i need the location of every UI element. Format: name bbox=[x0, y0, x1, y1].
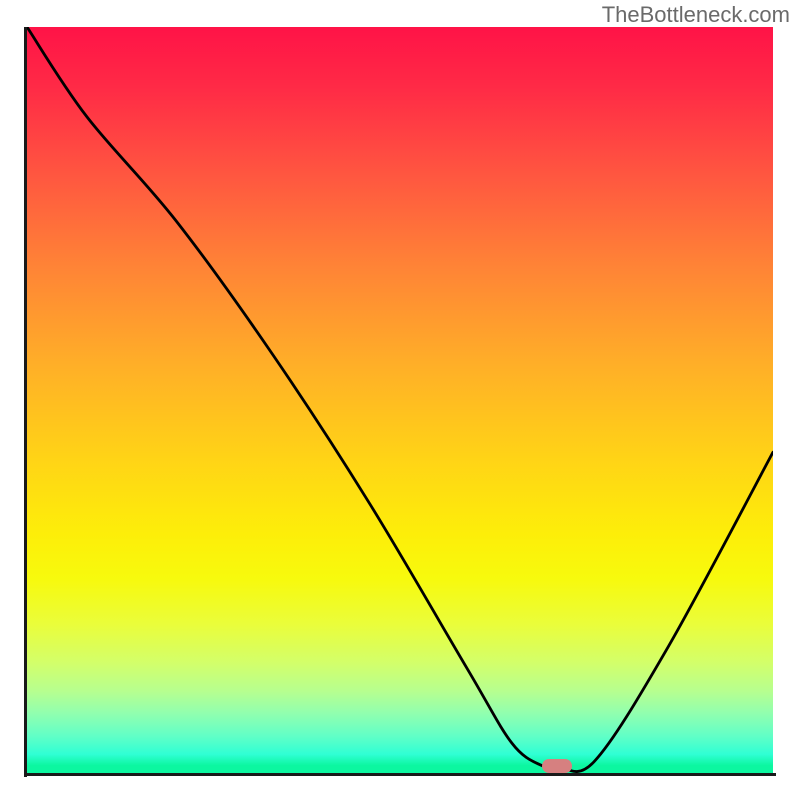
curve-svg bbox=[27, 27, 773, 773]
y-axis-line bbox=[24, 27, 27, 777]
x-axis-line bbox=[24, 773, 776, 776]
watermark-text: TheBottleneck.com bbox=[602, 2, 790, 28]
plot-area bbox=[27, 27, 773, 773]
optimal-point-marker bbox=[542, 759, 572, 773]
chart-container: TheBottleneck.com bbox=[0, 0, 800, 800]
bottleneck-curve-path bbox=[27, 27, 773, 772]
